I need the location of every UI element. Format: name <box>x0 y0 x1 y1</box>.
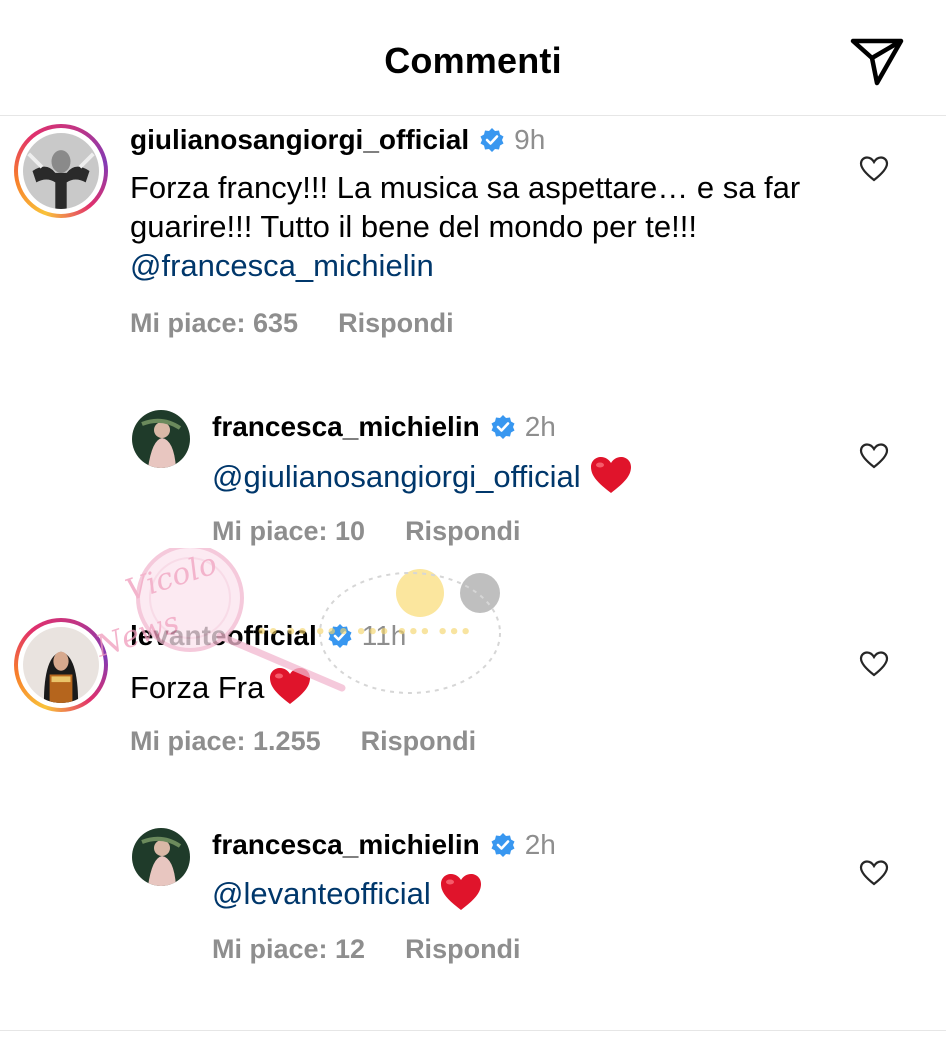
comment-text: Forza francy!!! La musica sa aspettare… … <box>130 168 830 285</box>
red-heart-icon <box>270 668 311 704</box>
like-count[interactable]: Mi piace: 1.255 <box>130 726 321 756</box>
comment-meta: Mi piace: 635 Rispondi <box>130 308 454 339</box>
avatar[interactable] <box>14 618 108 712</box>
username[interactable]: giulianosangiorgi_official <box>130 124 469 156</box>
comment-meta: Mi piace: 12 Rispondi <box>212 934 521 965</box>
paper-plane-icon[interactable] <box>848 36 906 88</box>
avatar[interactable] <box>132 828 190 886</box>
red-heart-icon <box>590 457 631 493</box>
timestamp: 2h <box>524 411 556 442</box>
comment-header: francesca_michielin 2h <box>212 411 556 443</box>
timestamp: 9h <box>514 124 546 155</box>
username[interactable]: levanteofficial <box>130 620 317 652</box>
verified-badge-icon <box>491 415 515 439</box>
like-count[interactable]: Mi piace: 635 <box>130 308 298 338</box>
heart-outline-icon[interactable] <box>859 442 889 470</box>
red-heart-icon <box>440 874 481 910</box>
divider <box>0 1030 946 1031</box>
like-count[interactable]: Mi piace: 12 <box>212 934 365 964</box>
reply-button[interactable]: Rispondi <box>405 934 521 964</box>
comments-header: Commenti <box>0 0 946 116</box>
verified-badge-icon <box>480 128 504 152</box>
comment-meta: Mi piace: 1.255 Rispondi <box>130 726 476 757</box>
mention-link[interactable]: @levanteofficial <box>212 876 431 911</box>
heart-outline-icon[interactable] <box>859 155 889 183</box>
comment-body: Forza Fra <box>130 670 265 705</box>
comment-body: Forza francy!!! La musica sa aspettare… … <box>130 170 801 244</box>
username[interactable]: francesca_michielin <box>212 829 480 861</box>
comment-text: Forza Fra <box>130 666 312 707</box>
avatar[interactable] <box>132 410 190 468</box>
comment-header: giulianosangiorgi_official 9h <box>130 124 545 156</box>
reply-button[interactable]: Rispondi <box>338 308 454 338</box>
timestamp: 2h <box>524 829 556 860</box>
timestamp: 11h <box>361 620 407 651</box>
comment-text: @giulianosangiorgi_official <box>212 455 633 496</box>
heart-outline-icon[interactable] <box>859 650 889 678</box>
username[interactable]: francesca_michielin <box>212 411 480 443</box>
svg-text:Vicolo: Vicolo <box>122 548 222 609</box>
like-count[interactable]: Mi piace: 10 <box>212 516 365 546</box>
mention-link[interactable]: @giulianosangiorgi_official <box>212 459 581 494</box>
comment-meta: Mi piace: 10 Rispondi <box>212 516 521 547</box>
verified-badge-icon <box>491 833 515 857</box>
mention-link[interactable]: @francesca_michielin <box>130 248 434 283</box>
comment-text: @levanteofficial <box>212 872 483 913</box>
heart-outline-icon[interactable] <box>859 859 889 887</box>
reply-button[interactable]: Rispondi <box>361 726 477 756</box>
verified-badge-icon <box>328 624 352 648</box>
page-title: Commenti <box>384 40 562 81</box>
comment-header: levanteofficial 11h <box>130 620 406 652</box>
reply-button[interactable]: Rispondi <box>405 516 521 546</box>
avatar[interactable] <box>14 124 108 218</box>
comment-header: francesca_michielin 2h <box>212 829 556 861</box>
